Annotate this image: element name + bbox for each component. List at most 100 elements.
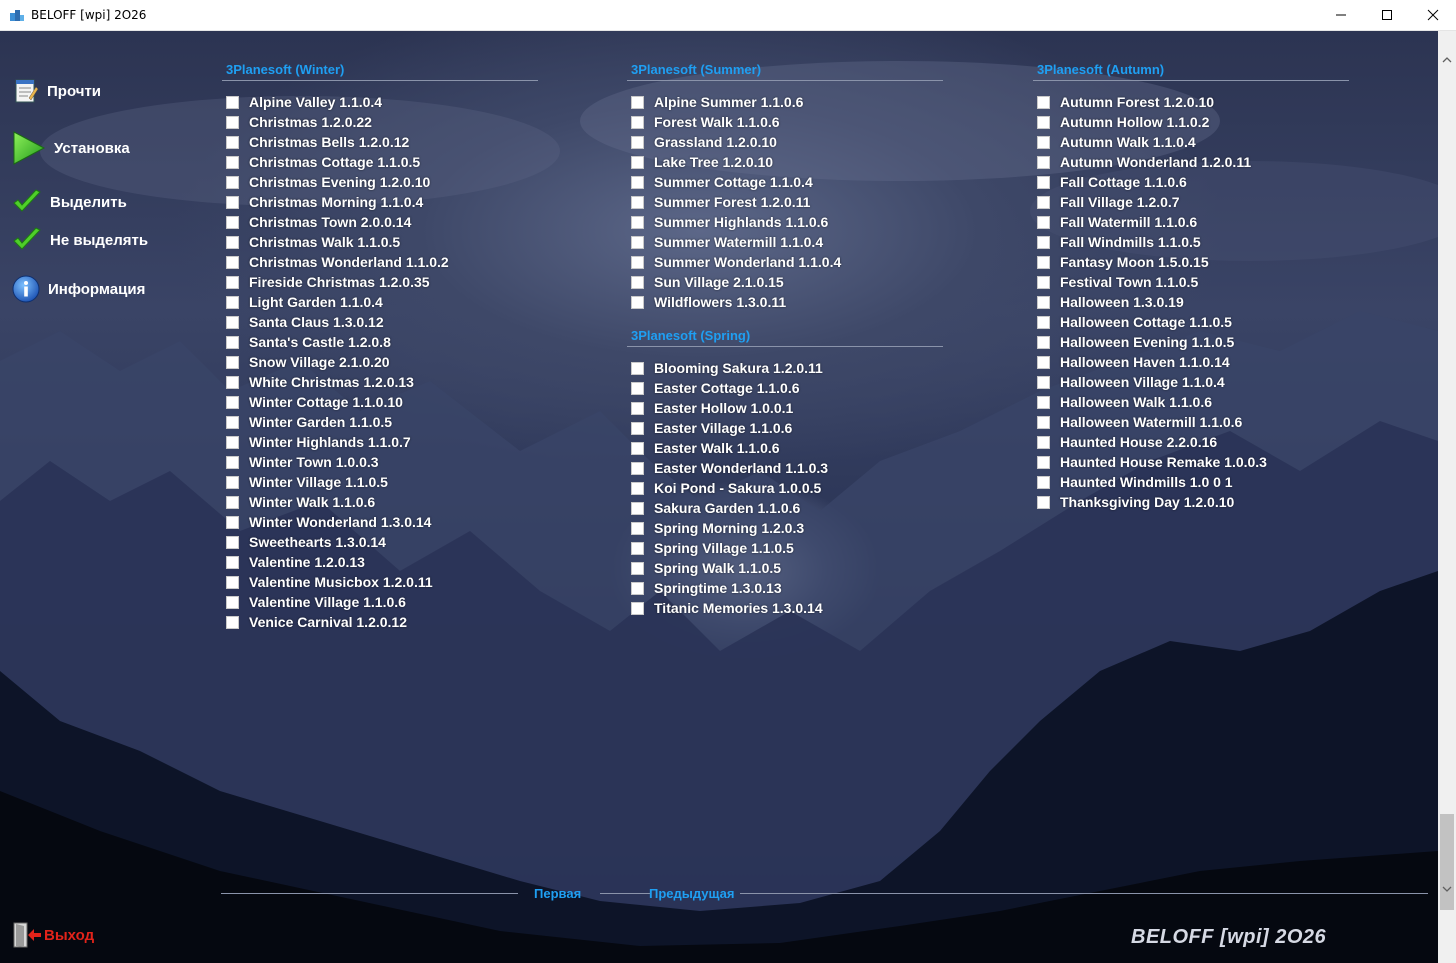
item-checkbox[interactable] — [226, 195, 239, 209]
list-item[interactable]: Haunted House Remake 1.0.0.3 — [1033, 452, 1349, 472]
list-item[interactable]: Christmas Bells 1.2.0.12 — [222, 132, 538, 152]
list-item[interactable]: Blooming Sakura 1.2.0.11 — [627, 358, 943, 378]
item-checkbox[interactable] — [1037, 455, 1050, 469]
list-item[interactable]: Valentine Musicbox 1.2.0.11 — [222, 572, 538, 592]
list-item[interactable]: Summer Highlands 1.1.0.6 — [627, 212, 943, 232]
list-item[interactable]: Lake Tree 1.2.0.10 — [627, 152, 943, 172]
item-checkbox[interactable] — [631, 461, 644, 475]
list-item[interactable]: Light Garden 1.1.0.4 — [222, 292, 538, 312]
scroll-down-button[interactable] — [1438, 880, 1456, 898]
list-item[interactable]: Santa Claus 1.3.0.12 — [222, 312, 538, 332]
item-checkbox[interactable] — [226, 155, 239, 169]
item-checkbox[interactable] — [631, 361, 644, 375]
list-item[interactable]: Winter Garden 1.1.0.5 — [222, 412, 538, 432]
list-item[interactable]: Summer Wonderland 1.1.0.4 — [627, 252, 943, 272]
item-checkbox[interactable] — [1037, 375, 1050, 389]
item-checkbox[interactable] — [1037, 255, 1050, 269]
list-item[interactable]: Koi Pond - Sakura 1.0.0.5 — [627, 478, 943, 498]
item-checkbox[interactable] — [226, 335, 239, 349]
item-checkbox[interactable] — [1037, 315, 1050, 329]
item-checkbox[interactable] — [631, 235, 644, 249]
list-item[interactable]: Haunted Windmills 1.0 0 1 — [1033, 472, 1349, 492]
item-checkbox[interactable] — [226, 595, 239, 609]
item-checkbox[interactable] — [631, 541, 644, 555]
item-checkbox[interactable] — [631, 195, 644, 209]
item-checkbox[interactable] — [631, 581, 644, 595]
list-item[interactable]: Winter Walk 1.1.0.6 — [222, 492, 538, 512]
item-checkbox[interactable] — [1037, 155, 1050, 169]
item-checkbox[interactable] — [226, 455, 239, 469]
list-item[interactable]: Thanksgiving Day 1.2.0.10 — [1033, 492, 1349, 512]
item-checkbox[interactable] — [631, 501, 644, 515]
list-item[interactable]: Winter Town 1.0.0.3 — [222, 452, 538, 472]
item-checkbox[interactable] — [1037, 355, 1050, 369]
item-checkbox[interactable] — [631, 381, 644, 395]
scroll-up-button[interactable] — [1438, 51, 1456, 69]
read-menu-item[interactable]: Прочти — [13, 78, 101, 104]
item-checkbox[interactable] — [226, 235, 239, 249]
list-item[interactable]: Halloween Watermill 1.1.0.6 — [1033, 412, 1349, 432]
list-item[interactable]: Halloween Haven 1.1.0.14 — [1033, 352, 1349, 372]
item-checkbox[interactable] — [631, 421, 644, 435]
list-item[interactable]: Christmas Town 2.0.0.14 — [222, 212, 538, 232]
item-checkbox[interactable] — [631, 521, 644, 535]
list-item[interactable]: Spring Walk 1.1.0.5 — [627, 558, 943, 578]
item-checkbox[interactable] — [226, 615, 239, 629]
item-checkbox[interactable] — [1037, 415, 1050, 429]
item-checkbox[interactable] — [631, 441, 644, 455]
list-item[interactable]: Halloween Village 1.1.0.4 — [1033, 372, 1349, 392]
previous-page-link[interactable]: Предыдущая — [649, 886, 734, 901]
list-item[interactable]: Easter Walk 1.1.0.6 — [627, 438, 943, 458]
list-item[interactable]: Wildflowers 1.3.0.11 — [627, 292, 943, 312]
vertical-scrollbar[interactable] — [1438, 31, 1456, 963]
item-checkbox[interactable] — [1037, 275, 1050, 289]
first-page-link[interactable]: Первая — [534, 886, 581, 901]
list-item[interactable]: Christmas Evening 1.2.0.10 — [222, 172, 538, 192]
item-checkbox[interactable] — [226, 515, 239, 529]
item-checkbox[interactable] — [226, 475, 239, 489]
item-checkbox[interactable] — [226, 175, 239, 189]
list-item[interactable]: Christmas Cottage 1.1.0.5 — [222, 152, 538, 172]
list-item[interactable]: Fall Watermill 1.1.0.6 — [1033, 212, 1349, 232]
item-checkbox[interactable] — [631, 215, 644, 229]
item-checkbox[interactable] — [1037, 495, 1050, 509]
item-checkbox[interactable] — [226, 115, 239, 129]
list-item[interactable]: Spring Morning 1.2.0.3 — [627, 518, 943, 538]
list-item[interactable]: Grassland 1.2.0.10 — [627, 132, 943, 152]
item-checkbox[interactable] — [631, 481, 644, 495]
item-checkbox[interactable] — [631, 175, 644, 189]
list-item[interactable]: Titanic Memories 1.3.0.14 — [627, 598, 943, 618]
list-item[interactable]: Venice Carnival 1.2.0.12 — [222, 612, 538, 632]
list-item[interactable]: Easter Cottage 1.1.0.6 — [627, 378, 943, 398]
list-item[interactable]: Summer Forest 1.2.0.11 — [627, 192, 943, 212]
maximize-button[interactable] — [1364, 0, 1410, 31]
item-checkbox[interactable] — [631, 295, 644, 309]
item-checkbox[interactable] — [1037, 115, 1050, 129]
list-item[interactable]: Spring Village 1.1.0.5 — [627, 538, 943, 558]
item-checkbox[interactable] — [631, 275, 644, 289]
list-item[interactable]: Sakura Garden 1.1.0.6 — [627, 498, 943, 518]
list-item[interactable]: Sun Village 2.1.0.15 — [627, 272, 943, 292]
list-item[interactable]: Autumn Hollow 1.1.0.2 — [1033, 112, 1349, 132]
item-checkbox[interactable] — [226, 315, 239, 329]
list-item[interactable]: Winter Wonderland 1.3.0.14 — [222, 512, 538, 532]
item-checkbox[interactable] — [226, 355, 239, 369]
item-checkbox[interactable] — [631, 155, 644, 169]
install-menu-item[interactable]: Установка — [12, 130, 130, 166]
info-menu-item[interactable]: Информация — [12, 275, 145, 303]
list-item[interactable]: Winter Highlands 1.1.0.7 — [222, 432, 538, 452]
deselect-all-menu-item[interactable]: Не выделять — [12, 227, 148, 253]
list-item[interactable]: Halloween Evening 1.1.0.5 — [1033, 332, 1349, 352]
list-item[interactable]: Valentine Village 1.1.0.6 — [222, 592, 538, 612]
list-item[interactable]: Springtime 1.3.0.13 — [627, 578, 943, 598]
item-checkbox[interactable] — [1037, 235, 1050, 249]
list-item[interactable]: Snow Village 2.1.0.20 — [222, 352, 538, 372]
item-checkbox[interactable] — [631, 601, 644, 615]
item-checkbox[interactable] — [226, 295, 239, 309]
list-item[interactable]: Winter Village 1.1.0.5 — [222, 472, 538, 492]
item-checkbox[interactable] — [631, 561, 644, 575]
list-item[interactable]: Christmas Morning 1.1.0.4 — [222, 192, 538, 212]
item-checkbox[interactable] — [1037, 295, 1050, 309]
item-checkbox[interactable] — [1037, 335, 1050, 349]
list-item[interactable]: Easter Hollow 1.0.0.1 — [627, 398, 943, 418]
